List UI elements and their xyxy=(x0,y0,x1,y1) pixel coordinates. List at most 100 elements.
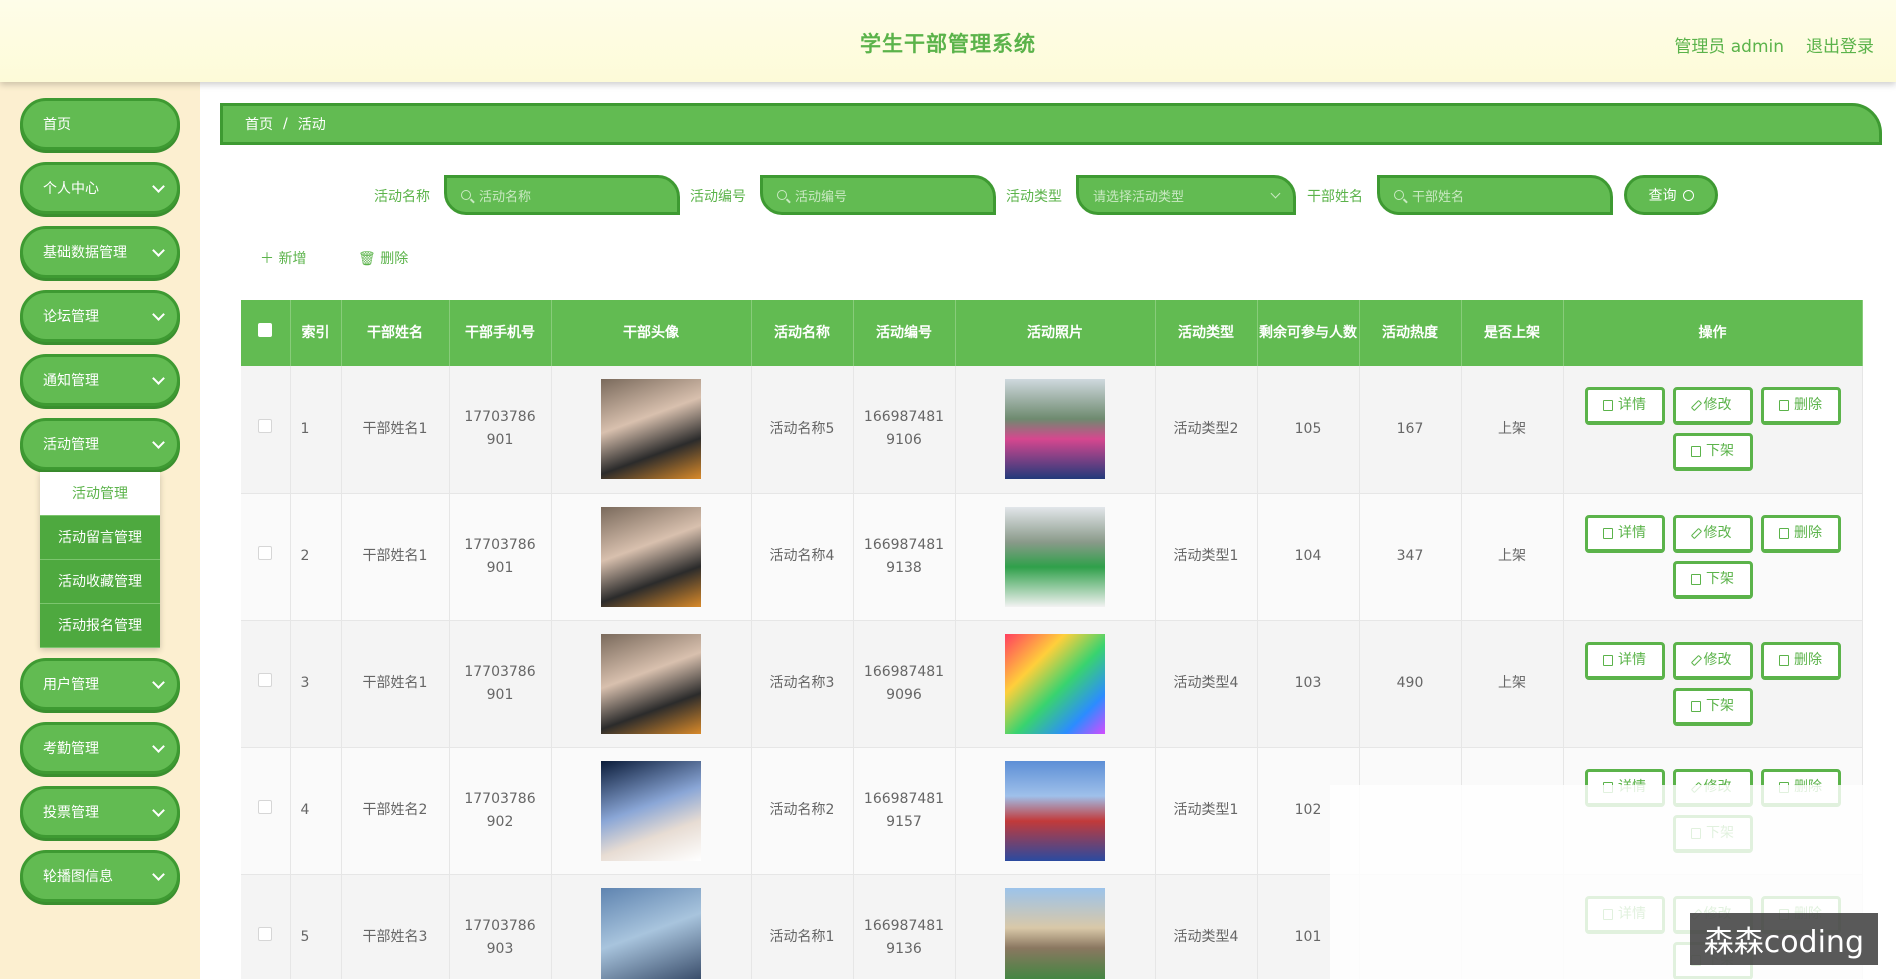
chevron-down-icon xyxy=(152,868,165,881)
take-down-button[interactable]: 下架 xyxy=(1672,433,1753,472)
sidebar-item-attendance[interactable]: 考勤管理 xyxy=(20,722,180,774)
cell-cadre-avatar xyxy=(551,366,752,494)
edit-button[interactable]: 修改 xyxy=(1672,641,1753,680)
input-placeholder: 活动编号 xyxy=(795,189,848,205)
row-checkbox[interactable] xyxy=(258,673,273,687)
edit-label: 修改 xyxy=(1703,397,1732,414)
submenu-activity-manage[interactable]: 活动管理 xyxy=(40,472,160,516)
sidebar-item-vote[interactable]: 投票管理 xyxy=(20,786,180,838)
row-checkbox[interactable] xyxy=(258,546,273,560)
cell-activity-code: 1669874819157 xyxy=(853,747,956,875)
document-icon xyxy=(1603,654,1613,666)
row-checkbox[interactable] xyxy=(258,800,273,814)
breadcrumb-current: 活动 xyxy=(297,117,326,133)
cell-cadre-phone: 17703786901 xyxy=(449,620,552,748)
delete-button[interactable]: 删除 xyxy=(1760,514,1841,553)
logout-link[interactable]: 退出登录 xyxy=(1806,32,1874,57)
take-down-button[interactable]: 下架 xyxy=(1672,687,1753,726)
take-down-label: 下架 xyxy=(1706,697,1734,714)
cadre-avatar-image xyxy=(601,760,701,861)
sidebar-item-activity[interactable]: 活动管理 xyxy=(20,418,180,470)
cell-activity-type: 活动类型1 xyxy=(1155,747,1258,875)
pencil-icon xyxy=(1690,527,1702,539)
cell-heat: 490 xyxy=(1359,620,1462,748)
delete-label: 删除 xyxy=(1794,524,1822,541)
detail-button[interactable]: 详情 xyxy=(1584,387,1665,426)
cadre-name-input[interactable]: 干部姓名 xyxy=(1377,175,1613,215)
cell-on-shelf: 上架 xyxy=(1461,366,1564,494)
col-activity-name: 活动名称 xyxy=(751,300,854,366)
sidebar-item-label: 论坛管理 xyxy=(43,309,99,325)
sidebar-item-personal-center[interactable]: 个人中心 xyxy=(20,162,180,214)
activity-code-input[interactable]: 活动编号 xyxy=(760,175,996,215)
cell-activity-name: 活动名称1 xyxy=(751,874,854,979)
batch-delete-button[interactable]: 🗑 删除 xyxy=(358,248,408,268)
cell-actions: 详情 修改 删除下架 xyxy=(1563,493,1863,621)
pencil-icon xyxy=(1690,400,1702,412)
cell-activity-photo xyxy=(955,493,1156,621)
select-all-cell[interactable] xyxy=(241,300,291,366)
table-row: 3 干部姓名1 17703786901 活动名称3 1669874819096 活动类型4… xyxy=(241,620,1863,748)
detail-button[interactable]: 详情 xyxy=(1584,641,1665,680)
row-select-cell[interactable] xyxy=(241,620,291,748)
cell-activity-photo xyxy=(955,366,1156,494)
breadcrumb-separator: / xyxy=(283,116,288,132)
take-down-button[interactable]: 下架 xyxy=(1672,560,1753,599)
activity-code-label: 活动编号 xyxy=(690,189,746,205)
delete-label: 删除 xyxy=(1794,651,1822,668)
sidebar-item-label: 首页 xyxy=(43,117,71,133)
cell-cadre-phone: 17703786901 xyxy=(449,493,552,621)
submenu-activity-comment[interactable]: 活动留言管理 xyxy=(40,516,160,560)
col-activity-type: 活动类型 xyxy=(1155,300,1258,366)
detail-button[interactable]: 详情 xyxy=(1584,514,1665,553)
query-button[interactable]: 查询 xyxy=(1624,175,1718,215)
sidebar-item-home[interactable]: 首页 xyxy=(20,98,180,150)
add-button[interactable]: ＋ 新增 xyxy=(260,248,306,268)
submenu-activity-favorite[interactable]: 活动收藏管理 xyxy=(40,560,160,604)
submenu-activity-signup[interactable]: 活动报名管理 xyxy=(40,604,160,648)
sidebar-item-label: 考勤管理 xyxy=(43,741,99,757)
sidebar-item-forum[interactable]: 论坛管理 xyxy=(20,290,180,342)
row-checkbox[interactable] xyxy=(258,418,273,433)
sidebar-item-carousel[interactable]: 轮播图信息 xyxy=(20,850,180,902)
chevron-down-icon xyxy=(152,372,165,385)
cell-remaining: 104 xyxy=(1257,493,1360,621)
sidebar-item-notice[interactable]: 通知管理 xyxy=(20,354,180,406)
admin-user-label[interactable]: 管理员 admin xyxy=(1674,32,1784,57)
edit-button[interactable]: 修改 xyxy=(1672,387,1753,426)
cell-activity-type: 活动类型1 xyxy=(1155,493,1258,621)
cell-activity-code: 1669874819096 xyxy=(853,620,956,748)
col-index: 索引 xyxy=(290,300,342,366)
row-checkbox[interactable] xyxy=(258,927,273,941)
detail-label: 详情 xyxy=(1618,651,1646,668)
activity-name-input[interactable]: 活动名称 xyxy=(444,175,680,215)
edit-button[interactable]: 修改 xyxy=(1672,514,1753,553)
delete-button[interactable]: 删除 xyxy=(1760,387,1841,426)
sidebar-item-base-data[interactable]: 基础数据管理 xyxy=(20,226,180,278)
row-select-cell[interactable] xyxy=(241,874,291,979)
sidebar-item-label: 投票管理 xyxy=(43,805,99,821)
col-activity-code: 活动编号 xyxy=(853,300,956,366)
row-select-cell[interactable] xyxy=(241,366,291,494)
cell-cadre-phone: 17703786903 xyxy=(449,874,552,979)
sidebar-item-label: 活动管理 xyxy=(43,437,99,453)
select-all-checkbox[interactable] xyxy=(258,323,273,337)
table-header-row: 索引 干部姓名 干部手机号 干部头像 活动名称 活动编号 活动照片 活动类型 剩… xyxy=(241,300,1863,366)
cell-remaining: 105 xyxy=(1257,366,1360,494)
row-select-cell[interactable] xyxy=(241,747,291,875)
detail-label: 详情 xyxy=(1618,524,1646,541)
delete-button[interactable]: 删除 xyxy=(1760,641,1841,680)
activity-photo-image xyxy=(1005,379,1105,480)
document-icon xyxy=(1691,446,1701,458)
cell-actions: 详情 修改 删除下架 xyxy=(1563,366,1863,494)
search-icon xyxy=(777,190,787,200)
chevron-down-icon xyxy=(152,804,165,817)
cadre-avatar-image xyxy=(601,633,701,734)
cell-cadre-phone: 17703786902 xyxy=(449,747,552,875)
detail-label: 详情 xyxy=(1618,397,1646,414)
row-select-cell[interactable] xyxy=(241,493,291,621)
breadcrumb-home[interactable]: 首页 xyxy=(245,114,273,134)
activity-type-select[interactable]: 请选择活动类型 xyxy=(1076,175,1296,215)
sidebar-item-user[interactable]: 用户管理 xyxy=(20,658,180,710)
input-placeholder: 干部姓名 xyxy=(1412,189,1465,205)
